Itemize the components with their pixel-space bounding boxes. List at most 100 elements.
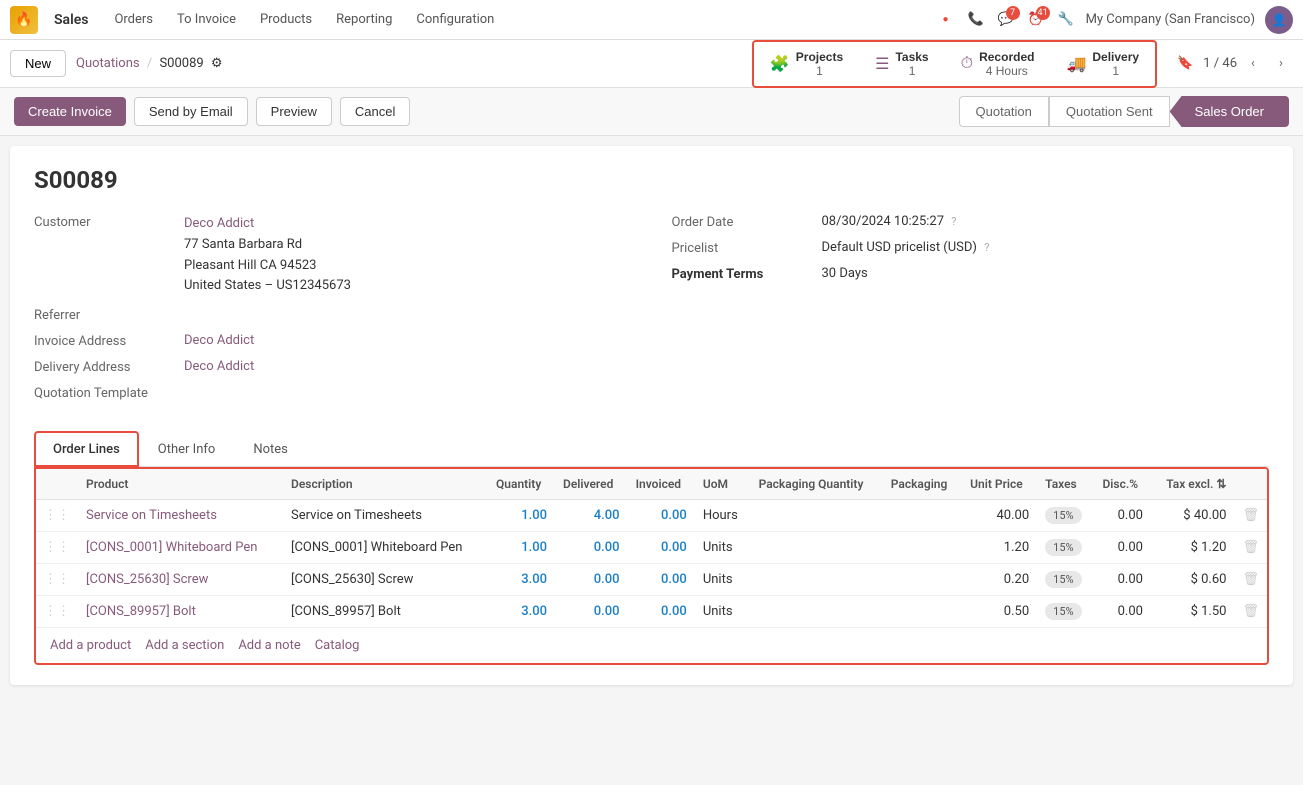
drag-handle-3[interactable]: ⋮⋮ <box>36 564 78 596</box>
recorded-label: Recorded <box>979 50 1034 64</box>
product-4: [CONS_89957] Bolt <box>78 596 283 628</box>
table-row: ⋮⋮ [CONS_25630] Screw [CONS_25630] Screw… <box>36 564 1267 596</box>
breadcrumb-current: S00089 ⚙ <box>159 56 222 71</box>
col-unit-price: Unit Price <box>962 469 1037 500</box>
order-date-value: 08/30/2024 10:25:27 ? <box>822 214 957 229</box>
main-content: S00089 Customer Deco Addict 77 Santa Bar… <box>10 146 1293 685</box>
delete-1[interactable]: 🗑 <box>1234 500 1267 532</box>
drag-handle-1[interactable]: ⋮⋮ <box>36 500 78 532</box>
tasks-count: Tasks <box>895 50 928 64</box>
nav-reporting[interactable]: Reporting <box>326 6 402 33</box>
disc-3: 0.00 <box>1094 564 1150 596</box>
drag-handle-2[interactable]: ⋮⋮ <box>36 532 78 564</box>
product-link-4[interactable]: [CONS_89957] Bolt <box>86 604 196 619</box>
order-date-help: ? <box>951 215 956 228</box>
recorded-hours-smart-button[interactable]: ⏱ Recorded 4 Hours <box>947 44 1049 84</box>
taxes-1: 15% <box>1037 500 1094 532</box>
delivered-1: 4.00 <box>555 500 628 532</box>
col-disc: Disc.% <box>1094 469 1150 500</box>
total-1: $ 40.00 <box>1151 500 1235 532</box>
col-invoiced: Invoiced <box>628 469 695 500</box>
drag-handle-4[interactable]: ⋮⋮ <box>36 596 78 628</box>
desc-4: [CONS_89957] Bolt <box>283 596 488 628</box>
customer-row: Customer Deco Addict 77 Santa Barbara Rd… <box>34 214 632 297</box>
add-product-link[interactable]: Add a product <box>50 638 131 653</box>
form-left: Customer Deco Addict 77 Santa Barbara Rd… <box>34 214 632 411</box>
catalog-link[interactable]: Catalog <box>315 638 360 653</box>
nav-orders[interactable]: Orders <box>104 6 163 33</box>
delete-3[interactable]: 🗑 <box>1234 564 1267 596</box>
add-row: Add a product Add a section Add a note C… <box>36 627 1267 663</box>
phone-icon[interactable]: 📞 <box>966 10 986 30</box>
app-name: Sales <box>54 12 88 28</box>
order-table-wrapper: Product Description Quantity Delivered I… <box>34 467 1269 665</box>
invoice-address-value: Deco Addict <box>184 333 254 348</box>
col-uom: UoM <box>695 469 751 500</box>
total-3: $ 0.60 <box>1151 564 1235 596</box>
create-invoice-button[interactable]: Create Invoice <box>14 97 126 126</box>
tab-other-info[interactable]: Other Info <box>139 431 235 467</box>
delivery-smart-button[interactable]: 🚚 Delivery 1 <box>1052 44 1153 84</box>
status-quotation[interactable]: Quotation <box>959 96 1049 127</box>
tab-notes[interactable]: Notes <box>234 431 307 467</box>
product-link-2[interactable]: [CONS_0001] Whiteboard Pen <box>86 540 257 555</box>
pkg-4 <box>883 596 962 628</box>
total-2: $ 1.20 <box>1151 532 1235 564</box>
taxes-4: 15% <box>1037 596 1094 628</box>
delete-2[interactable]: 🗑 <box>1234 532 1267 564</box>
col-tax-excl: Tax excl. ⇅ <box>1151 469 1235 500</box>
cancel-button[interactable]: Cancel <box>340 97 410 126</box>
projects-smart-button[interactable]: 🧩 Projects 1 <box>756 44 857 84</box>
delivery-address-value: Deco Addict <box>184 359 254 374</box>
nav-toinvoice[interactable]: To Invoice <box>167 6 246 33</box>
top-nav: 🔥 Sales Orders To Invoice Products Repor… <box>0 0 1303 40</box>
tabs: Order Lines Other Info Notes <box>34 431 1269 467</box>
delivery-address-link[interactable]: Deco Addict <box>184 359 254 374</box>
delete-4[interactable]: 🗑 <box>1234 596 1267 628</box>
send-email-button[interactable]: Send by Email <box>134 97 248 126</box>
product-link-1[interactable]: Service on Timesheets <box>86 508 217 523</box>
col-delivered: Delivered <box>555 469 628 500</box>
form-right: Order Date 08/30/2024 10:25:27 ? Priceli… <box>672 214 1270 411</box>
pager-next[interactable]: › <box>1269 52 1293 76</box>
form-section: Customer Deco Addict 77 Santa Barbara Rd… <box>34 214 1269 411</box>
bookmark-icon[interactable]: 🔖 <box>1177 56 1193 71</box>
breadcrumb-separator: / <box>147 56 152 71</box>
price-2: 1.20 <box>962 532 1037 564</box>
order-date-label: Order Date <box>672 214 812 230</box>
add-section-link[interactable]: Add a section <box>145 638 224 653</box>
uom-3: Units <box>695 564 751 596</box>
customer-link[interactable]: Deco Addict <box>184 216 254 231</box>
tabs-section: Order Lines Other Info Notes Product Des… <box>34 431 1269 665</box>
nav-configuration[interactable]: Configuration <box>406 6 504 33</box>
table-row: ⋮⋮ Service on Timesheets Service on Time… <box>36 500 1267 532</box>
delivered-2: 0.00 <box>555 532 628 564</box>
gear-icon[interactable]: ⚙ <box>211 56 223 71</box>
breadcrumb-bar: New Quotations / S00089 ⚙ 🧩 Projects 1 ☰… <box>0 40 1303 88</box>
product-link-3[interactable]: [CONS_25630] Screw <box>86 572 208 587</box>
customer-label: Customer <box>34 214 174 230</box>
chat-icon[interactable]: 💬 7 <box>996 10 1016 30</box>
product-3: [CONS_25630] Screw <box>78 564 283 596</box>
status-sales-order[interactable]: Sales Order <box>1170 96 1289 127</box>
tab-order-lines[interactable]: Order Lines <box>34 431 139 467</box>
settings-icon[interactable]: 🔧 <box>1056 10 1076 30</box>
tasks-smart-button[interactable]: ☰ Tasks 1 <box>861 44 942 84</box>
user-avatar[interactable]: 👤 <box>1265 6 1293 34</box>
disc-2: 0.00 <box>1094 532 1150 564</box>
delivery-address-row: Delivery Address Deco Addict <box>34 359 632 375</box>
status-bar: Quotation Quotation Sent Sales Order <box>959 96 1289 127</box>
qty-1: 1.00 <box>488 500 555 532</box>
pager-prev[interactable]: ‹ <box>1241 52 1265 76</box>
pricelist-label: Pricelist <box>672 240 812 256</box>
invoice-address-link[interactable]: Deco Addict <box>184 333 254 348</box>
clock-icon[interactable]: ⏰ 41 <box>1026 10 1046 30</box>
total-4: $ 1.50 <box>1151 596 1235 628</box>
status-quotation-sent[interactable]: Quotation Sent <box>1049 96 1170 127</box>
uom-4: Units <box>695 596 751 628</box>
breadcrumb-parent[interactable]: Quotations <box>76 56 140 71</box>
add-note-link[interactable]: Add a note <box>238 638 300 653</box>
preview-button[interactable]: Preview <box>256 97 332 126</box>
nav-products[interactable]: Products <box>250 6 322 33</box>
new-button[interactable]: New <box>10 50 66 77</box>
